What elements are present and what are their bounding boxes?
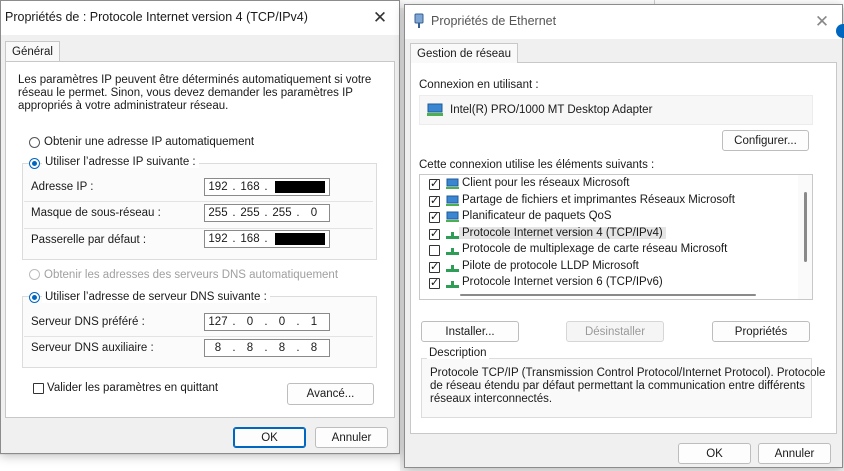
auto-dns-label[interactable]: Obtenir les adresses des serveurs DNS au… [44,269,338,281]
description-line-2: de réseau étendu par défaut permettant l… [430,380,806,392]
auto-ip-label[interactable]: Obtenir une adresse IP automatiquement [44,136,254,148]
advanced-button[interactable]: Avancé... [287,383,374,405]
redacted-block [275,181,325,193]
network-adapter-icon [414,13,424,29]
protocol-icon [446,228,459,240]
manual-ip-radio[interactable] [29,158,40,169]
service-icon [446,211,459,223]
tab-general[interactable]: Général [5,41,60,61]
validate-label[interactable]: Valider les paramètres en quittant [47,382,218,394]
properties-button[interactable]: Propriétés [712,321,810,342]
items-label: Cette connexion utilise les éléments sui… [419,159,655,171]
configure-button[interactable]: Configurer... [722,130,809,151]
alternate-dns-input[interactable]: 8. 8. 8. 8 [204,339,330,357]
alternate-dns-label: Serveur DNS auxiliaire : [31,342,154,354]
item-label: Planificateur de paquets QoS [462,210,612,222]
item-label: Pilote de protocole LLDP Microsoft [462,259,639,272]
description-title: Description [427,347,489,359]
list-item[interactable]: Planificateur de paquets QoS [420,209,798,225]
item-checkbox[interactable] [429,194,440,207]
networking-tab-panel: Connexion en utilisant : Intel(R) PRO/10… [410,62,837,434]
cancel-button[interactable]: Annuler [758,443,831,464]
cancel-button[interactable]: Annuler [315,427,388,448]
protocol-icon [446,244,459,256]
preferred-dns-input[interactable]: 127. 0. 0. 1 [204,313,330,331]
close-icon[interactable]: ✕ [809,9,835,35]
list-item[interactable]: Protocole Internet version 6 (TCP/IPv6) [420,275,798,291]
network-card-icon [426,103,444,117]
list-item[interactable]: Pilote de protocole LLDP Microsoft [420,259,798,275]
mask-separator [24,228,373,229]
dialog-title: Propriétés de : Protocole Internet versi… [5,10,308,24]
title-bar: Propriétés de Ethernet ✕ [405,5,842,39]
item-label: Protocole Internet version 4 (TCP/IPv4) [459,226,666,239]
ok-button[interactable]: OK [678,443,751,464]
list-scrollbar-thumb[interactable] [804,192,807,262]
item-checkbox[interactable] [429,177,440,190]
intro-line-3: appropriés à votre administrateur réseau… [18,100,229,112]
intro-line-1: Les paramètres IP peuvent être déterminé… [18,74,372,86]
item-checkbox[interactable] [429,210,440,223]
ip-address-label: Adresse IP : [31,181,94,193]
ip-address-input[interactable]: 192. 168. [204,178,330,196]
connect-using-label: Connexion en utilisant : [419,79,539,91]
preferred-dns-label: Serveur DNS préféré : [31,316,145,328]
dns-separator [24,336,373,337]
ipv4-properties-dialog: Propriétés de : Protocole Internet versi… [0,0,400,454]
ok-button[interactable]: OK [233,427,306,448]
ip-separator [24,201,373,202]
uninstall-button[interactable]: Désinstaller [566,321,664,342]
item-label: Protocole Internet version 6 (TCP/IPv6) [462,276,663,288]
intro-line-2: réseau le permet. Sinon, vous devez dema… [18,87,353,99]
redacted-block [275,233,325,245]
manual-dns-label[interactable]: Utiliser l’adresse de serveur DNS suivan… [42,291,270,303]
gateway-input[interactable]: 192. 168. [204,230,330,248]
auto-dns-radio[interactable] [29,269,40,280]
protocol-icon [446,261,459,273]
item-label: Partage de fichiers et imprimantes Résea… [462,193,735,206]
info-icon [836,24,844,38]
dns-group [22,296,377,368]
components-list[interactable]: Client pour les réseaux Microsoft Partage… [419,174,813,300]
list-item[interactable]: Protocole de multiplexage de carte résea… [420,242,798,258]
adapter-name: Intel(R) PRO/1000 MT Desktop Adapter [450,104,653,116]
adapter-field: Intel(R) PRO/1000 MT Desktop Adapter [419,95,813,125]
subnet-mask-label: Masque de sous-réseau : [31,207,161,219]
item-checkbox[interactable] [429,276,440,289]
gateway-label: Passerelle par défaut : [31,234,147,246]
subnet-mask-input[interactable]: 255. 255. 255. 0 [204,204,330,222]
background-window-bottom [0,455,400,471]
validate-checkbox[interactable] [33,383,44,394]
auto-ip-radio[interactable] [29,137,40,148]
general-tab-panel: Les paramètres IP peuvent être déterminé… [5,61,395,418]
service-icon [446,195,459,207]
item-checkbox[interactable] [429,245,440,256]
manual-dns-radio[interactable] [29,292,40,303]
description-line-3: réseaux interconnectés. [430,393,553,405]
list-item[interactable]: Partage de fichiers et imprimantes Résea… [420,193,798,209]
protocol-icon [446,277,459,289]
tab-networking[interactable]: Gestion de réseau [410,43,518,63]
ethernet-properties-dialog: Propriétés de Ethernet ✕ Gestion de rése… [404,4,843,468]
item-checkbox[interactable] [429,260,440,273]
list-item[interactable]: Protocole Internet version 4 (TCP/IPv4) [420,226,798,242]
manual-ip-label[interactable]: Utiliser l’adresse IP suivante : [42,156,199,168]
close-icon[interactable]: ✕ [367,5,393,31]
item-checkbox[interactable] [429,227,440,240]
client-icon [446,178,459,190]
list-item[interactable]: Client pour les réseaux Microsoft [420,176,798,192]
description-line-1: Protocole TCP/IP (Transmission Control P… [430,367,826,379]
install-button[interactable]: Installer... [421,321,519,342]
item-label: Client pour les réseaux Microsoft [462,177,630,189]
horizontal-scrollbar-thumb[interactable] [460,294,756,296]
item-label: Protocole de multiplexage de carte résea… [462,243,728,255]
title-bar: Propriétés de : Protocole Internet versi… [1,1,399,35]
dialog-title: Propriétés de Ethernet [431,14,557,28]
